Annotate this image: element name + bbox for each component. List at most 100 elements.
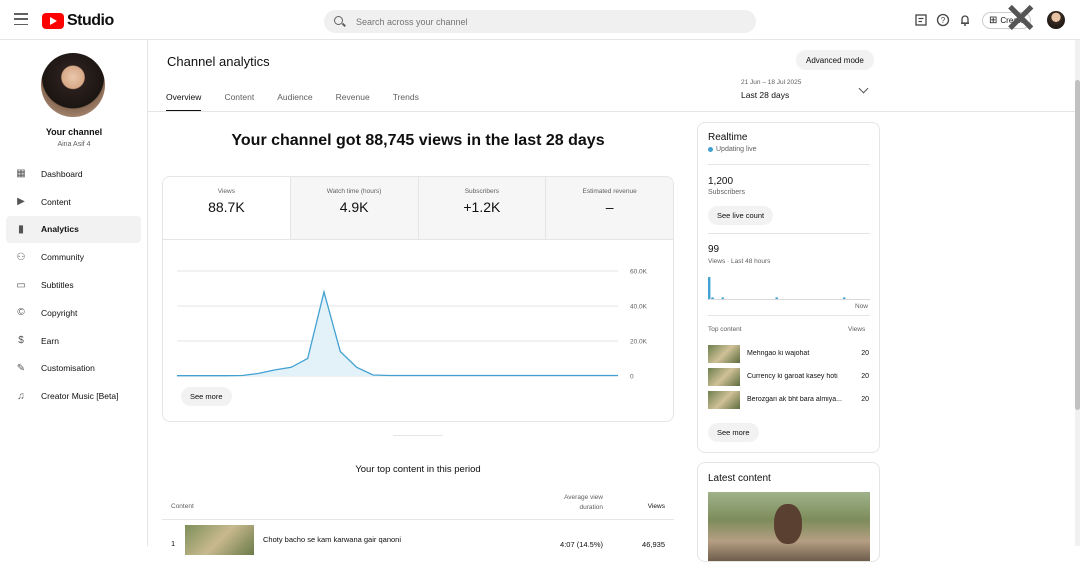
subtitles-icon: ▭	[16, 279, 26, 291]
sidebar-item-label: Earn	[41, 335, 59, 346]
views-area	[177, 292, 618, 376]
video-thumbnail	[708, 391, 740, 409]
thumbnail-person	[774, 504, 802, 544]
realtime-bar	[721, 297, 724, 299]
search-icon	[334, 15, 346, 28]
realtime-bar-chart[interactable]	[708, 271, 870, 301]
list-item[interactable]: Berozgari ak bht bara almiya... 20	[708, 391, 870, 410]
studio-logo[interactable]: Studio	[42, 12, 114, 30]
tab-audience[interactable]: Audience	[277, 92, 312, 112]
logo-text: Studio	[67, 12, 114, 29]
channel-avatar[interactable]	[41, 53, 105, 117]
column-header-views: Views	[647, 503, 665, 510]
sidebar-item-label: Content	[41, 196, 71, 207]
notifications-icon[interactable]	[958, 13, 972, 27]
date-period-select[interactable]: Last 28 days	[741, 90, 789, 100]
video-title: Berozgari ak bht bara almiya...	[747, 396, 842, 403]
analytics-tabs: Overview Content Audience Revenue Trends	[166, 92, 442, 112]
menu-icon[interactable]	[14, 13, 28, 25]
video-avg-duration: 4:07 (14.5%)	[560, 540, 603, 549]
sidebar-item-community[interactable]: ⚇ Community	[6, 243, 141, 271]
sidebar-item-dashboard[interactable]: ▦ Dashboard	[6, 160, 141, 188]
metric-label: Subscribers	[464, 188, 500, 195]
tab-divider	[148, 111, 1075, 112]
chevron-down-icon[interactable]	[858, 83, 869, 94]
account-avatar[interactable]	[1047, 11, 1065, 29]
list-item[interactable]: Mehngao ki wajohat 20	[708, 345, 870, 364]
realtime-divider	[708, 315, 870, 316]
sidebar-item-label: Creator Music [Beta]	[41, 391, 119, 402]
channel-title: Your channel	[45, 127, 103, 137]
sidebar-item-earn[interactable]: $ Earn	[6, 327, 141, 355]
top-content-title: Your top content in this period	[355, 464, 481, 475]
metrics-row: Views 88.7K Watch time (hours) 4.9K Subscr…	[163, 177, 673, 240]
overview-card: Views 88.7K Watch time (hours) 4.9K Subscr…	[162, 176, 674, 422]
see-more-button[interactable]: See more	[708, 423, 759, 442]
realtime-status-text: Updating live	[716, 146, 757, 153]
realtime-views-count: 99	[708, 244, 720, 255]
latest-video-thumbnail[interactable]	[708, 492, 870, 561]
views-chart[interactable]: 020.0K40.0K60.0K21 Jun 202526 Jun 202530…	[163, 257, 674, 382]
metric-value: 88.7K	[208, 199, 245, 215]
sidebar-item-customisation[interactable]: ✎ Customisation	[6, 355, 141, 383]
video-views: 46,935	[642, 540, 665, 549]
realtime-bar	[711, 297, 714, 299]
top-bar: Studio ? ⊞ Create ✕	[0, 0, 1080, 40]
top-content-views-label: Views	[848, 326, 866, 333]
sidebar-item-subtitles[interactable]: ▭ Subtitles	[6, 271, 141, 299]
advanced-mode-button[interactable]: Advanced mode	[796, 50, 874, 70]
scrollbar-thumb[interactable]	[1075, 80, 1080, 410]
channel-name: Aina Asif 4	[57, 141, 91, 148]
realtime-divider	[708, 164, 870, 165]
feedback-icon[interactable]	[914, 13, 928, 27]
sidebar-item-label: Subtitles	[41, 280, 74, 291]
metric-value: –	[605, 199, 614, 215]
list-item[interactable]: Currency ki garoat kasey hoti 20	[708, 368, 870, 387]
tab-revenue[interactable]: Revenue	[336, 92, 370, 112]
views-headline: Your channel got 88,745 views in the las…	[231, 132, 605, 149]
sidebar-item-analytics[interactable]: ▮ Analytics	[6, 215, 141, 244]
metric-label: Estimated revenue	[582, 188, 637, 195]
y-tick-label: 0	[630, 374, 634, 381]
tab-trends[interactable]: Trends	[393, 92, 419, 112]
search-bar[interactable]	[324, 10, 756, 33]
page-scrollbar[interactable]	[1075, 40, 1080, 546]
video-thumbnail[interactable]	[185, 525, 254, 555]
y-tick-label: 20.0K	[630, 339, 648, 346]
realtime-status: Updating live	[708, 146, 756, 153]
realtime-divider	[708, 233, 870, 234]
sidebar-nav: ▦ Dashboard ▶ Content ▮ Analytics ⚇ Communit…	[6, 160, 141, 410]
sidebar-item-content[interactable]: ▶ Content	[6, 188, 141, 216]
customisation-icon: ✎	[16, 362, 26, 374]
tab-overview[interactable]: Overview	[166, 92, 202, 112]
date-range[interactable]: 21 Jun – 18 Jul 2025	[741, 79, 801, 86]
help-icon[interactable]: ?	[936, 13, 950, 27]
see-live-count-button[interactable]: See live count	[708, 206, 774, 225]
copyright-icon: ©	[17, 307, 25, 319]
community-icon: ⚇	[16, 251, 26, 263]
video-title[interactable]: Choty bacho se kam karwana gair qanoni	[263, 535, 401, 544]
video-views: 20	[861, 373, 869, 380]
sidebar-item-copyright[interactable]: © Copyright	[6, 299, 141, 327]
realtime-views-label: Views · Last 48 hours	[708, 258, 771, 265]
video-views: 20	[861, 350, 869, 357]
tab-content[interactable]: Content	[224, 92, 254, 112]
search-input[interactable]	[356, 16, 736, 27]
metric-views[interactable]: Views 88.7K	[163, 177, 290, 239]
sidebar-item-label: Copyright	[41, 307, 78, 318]
column-header-line: Average view	[564, 494, 603, 501]
row-rank: 1	[171, 539, 176, 548]
metric-value: +1.2K	[463, 199, 501, 215]
live-dot-icon	[708, 147, 713, 152]
metric-revenue[interactable]: Estimated revenue –	[545, 177, 673, 239]
column-header-avg-duration: Average view duration	[548, 493, 603, 513]
realtime-bar	[843, 297, 846, 299]
metric-watch-time[interactable]: Watch time (hours) 4.9K	[289, 177, 418, 239]
subscriber-count: 1,200	[708, 176, 734, 187]
section-divider	[393, 435, 443, 436]
sidebar-item-creator-music[interactable]: ♫ Creator Music [Beta]	[6, 382, 141, 410]
metric-subscribers[interactable]: Subscribers +1.2K	[417, 177, 546, 239]
youtube-logo-icon	[42, 13, 64, 29]
close-overlay-icon[interactable]: ✕	[1004, 0, 1038, 39]
see-more-button[interactable]: See more	[181, 387, 232, 406]
